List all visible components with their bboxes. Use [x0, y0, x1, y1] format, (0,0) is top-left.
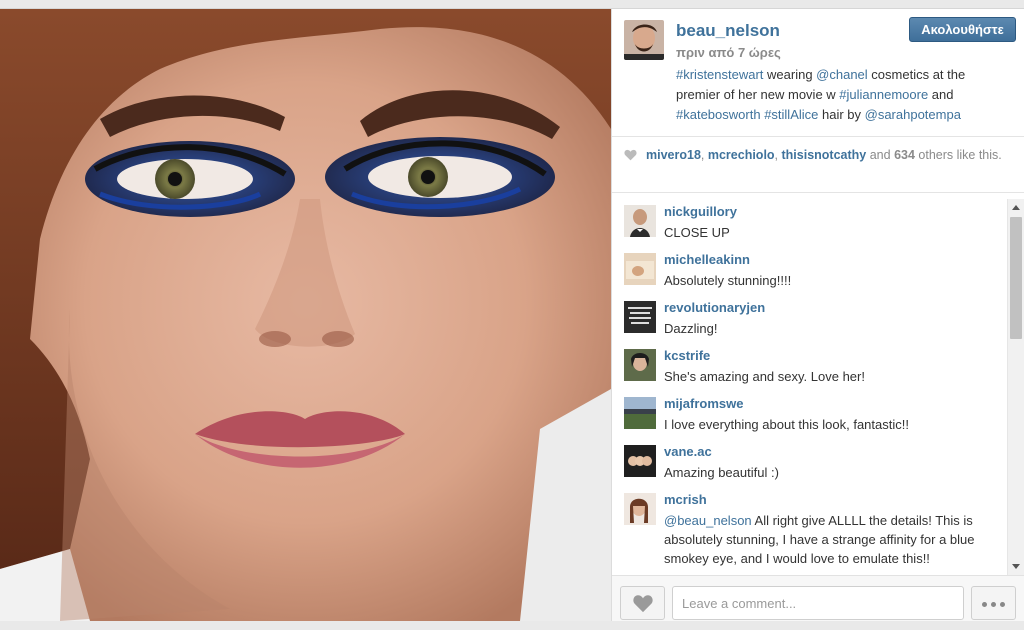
face-closeup-image: [0, 9, 611, 621]
more-options-button[interactable]: [971, 586, 1016, 620]
commenter-avatar[interactable]: [624, 397, 656, 429]
ellipsis-dot-icon: [991, 602, 996, 607]
likes-summary: mivero18, mcrechiolo, thisisnotcathy and…: [624, 147, 1014, 163]
caption-hashtag[interactable]: #katebosworth: [676, 107, 761, 122]
comment-username[interactable]: nickguillory: [664, 204, 737, 219]
likes-separator: ,: [700, 148, 708, 162]
caption-hashtag[interactable]: #juliannemoore: [839, 87, 928, 102]
comment-text: @beau_nelson All right give ALLLL the de…: [664, 511, 999, 568]
caption-text: hair by: [818, 107, 865, 122]
ellipsis-dot-icon: [982, 602, 987, 607]
likes-tail: others like this.: [914, 148, 1002, 162]
liker-link[interactable]: mcrechiolo: [708, 148, 775, 162]
comment-text: I love everything about this look, fanta…: [664, 417, 909, 432]
comment-item: mijafromswe I love everything about this…: [612, 391, 1007, 439]
author-username[interactable]: beau_nelson: [676, 21, 780, 41]
comment-item: nickguillory CLOSE UP: [612, 199, 1007, 247]
comment-footer: [612, 575, 1024, 621]
divider: [612, 192, 1024, 193]
scroll-down-arrow-icon[interactable]: [1012, 564, 1020, 569]
author-avatar[interactable]: [624, 20, 664, 60]
comment-mention[interactable]: @beau_nelson: [664, 513, 752, 528]
comment-username[interactable]: mcrish: [664, 492, 707, 507]
commenter-avatar[interactable]: [624, 349, 656, 381]
commenter-avatar[interactable]: [624, 493, 656, 525]
comment-text: CLOSE UP: [664, 225, 730, 240]
avatar-image: [624, 205, 656, 237]
commenter-avatar[interactable]: [624, 301, 656, 333]
ellipsis-dot-icon: [1000, 602, 1005, 607]
like-button[interactable]: [620, 586, 665, 620]
commenter-avatar[interactable]: [624, 445, 656, 477]
comment-item: revolutionaryjen Dazzling!: [612, 295, 1007, 343]
comment-input[interactable]: [672, 586, 964, 620]
comments-list[interactable]: nickguillory CLOSE UP michelleakinn Abso…: [612, 199, 1007, 575]
post-photo[interactable]: [0, 9, 611, 621]
caption-hashtag[interactable]: #stillAlice: [764, 107, 818, 122]
avatar-image: [624, 253, 656, 285]
avatar-image: [624, 493, 656, 525]
heart-icon: [633, 595, 653, 613]
comment-username[interactable]: vane.ac: [664, 444, 712, 459]
comment-text: She's amazing and sexy. Love her!: [664, 369, 865, 384]
post-details-panel: beau_nelson πριν από 7 ώρες Ακολουθήστε …: [611, 9, 1024, 621]
caption-text: wearing: [763, 67, 817, 82]
comment-text: Amazing beautiful :): [664, 465, 779, 480]
divider: [612, 136, 1024, 137]
avatar-image: [624, 397, 656, 429]
liker-link[interactable]: thisisnotcathy: [782, 148, 867, 162]
heart-icon: [624, 149, 637, 161]
post-timestamp[interactable]: πριν από 7 ώρες: [676, 45, 781, 60]
comment-item: kcstrife She's amazing and sexy. Love he…: [612, 343, 1007, 391]
comment-text: Absolutely stunning!!!!: [664, 273, 792, 288]
post-modal: beau_nelson πριν από 7 ώρες Ακολουθήστε …: [0, 8, 1024, 621]
commenter-avatar[interactable]: [624, 205, 656, 237]
liker-link[interactable]: mivero18: [646, 148, 701, 162]
comment-username[interactable]: revolutionaryjen: [664, 300, 765, 315]
post-caption: #kristenstewart wearing @chanel cosmetic…: [676, 65, 1006, 125]
likes-and: and: [866, 148, 895, 162]
scroll-up-arrow-icon[interactable]: [1012, 205, 1020, 210]
follow-button[interactable]: Ακολουθήστε: [909, 17, 1016, 42]
comment-text: Dazzling!: [664, 321, 718, 336]
avatar-image: [624, 301, 656, 333]
caption-mention[interactable]: @chanel: [816, 67, 868, 82]
comment-item: michelleakinn Absolutely stunning!!!!: [612, 247, 1007, 295]
avatar-image: [624, 349, 656, 381]
likes-separator: ,: [774, 148, 782, 162]
post-header: beau_nelson πριν από 7 ώρες Ακολουθήστε …: [612, 9, 1024, 136]
avatar-image: [624, 445, 656, 477]
comment-username[interactable]: michelleakinn: [664, 252, 750, 267]
likes-count[interactable]: 634: [894, 148, 915, 162]
scroll-thumb[interactable]: [1010, 217, 1022, 339]
comment-username[interactable]: mijafromswe: [664, 396, 743, 411]
caption-mention[interactable]: @sarahpotempa: [865, 107, 961, 122]
comment-item: mcrish @beau_nelson All right give ALLLL…: [612, 487, 1007, 575]
caption-hashtag[interactable]: #kristenstewart: [676, 67, 763, 82]
commenter-avatar[interactable]: [624, 253, 656, 285]
comments-scrollbar[interactable]: [1007, 199, 1024, 575]
comment-username[interactable]: kcstrife: [664, 348, 710, 363]
caption-text: and: [928, 87, 954, 102]
author-avatar-image: [624, 20, 664, 60]
comment-item: vane.ac Amazing beautiful :): [612, 439, 1007, 487]
